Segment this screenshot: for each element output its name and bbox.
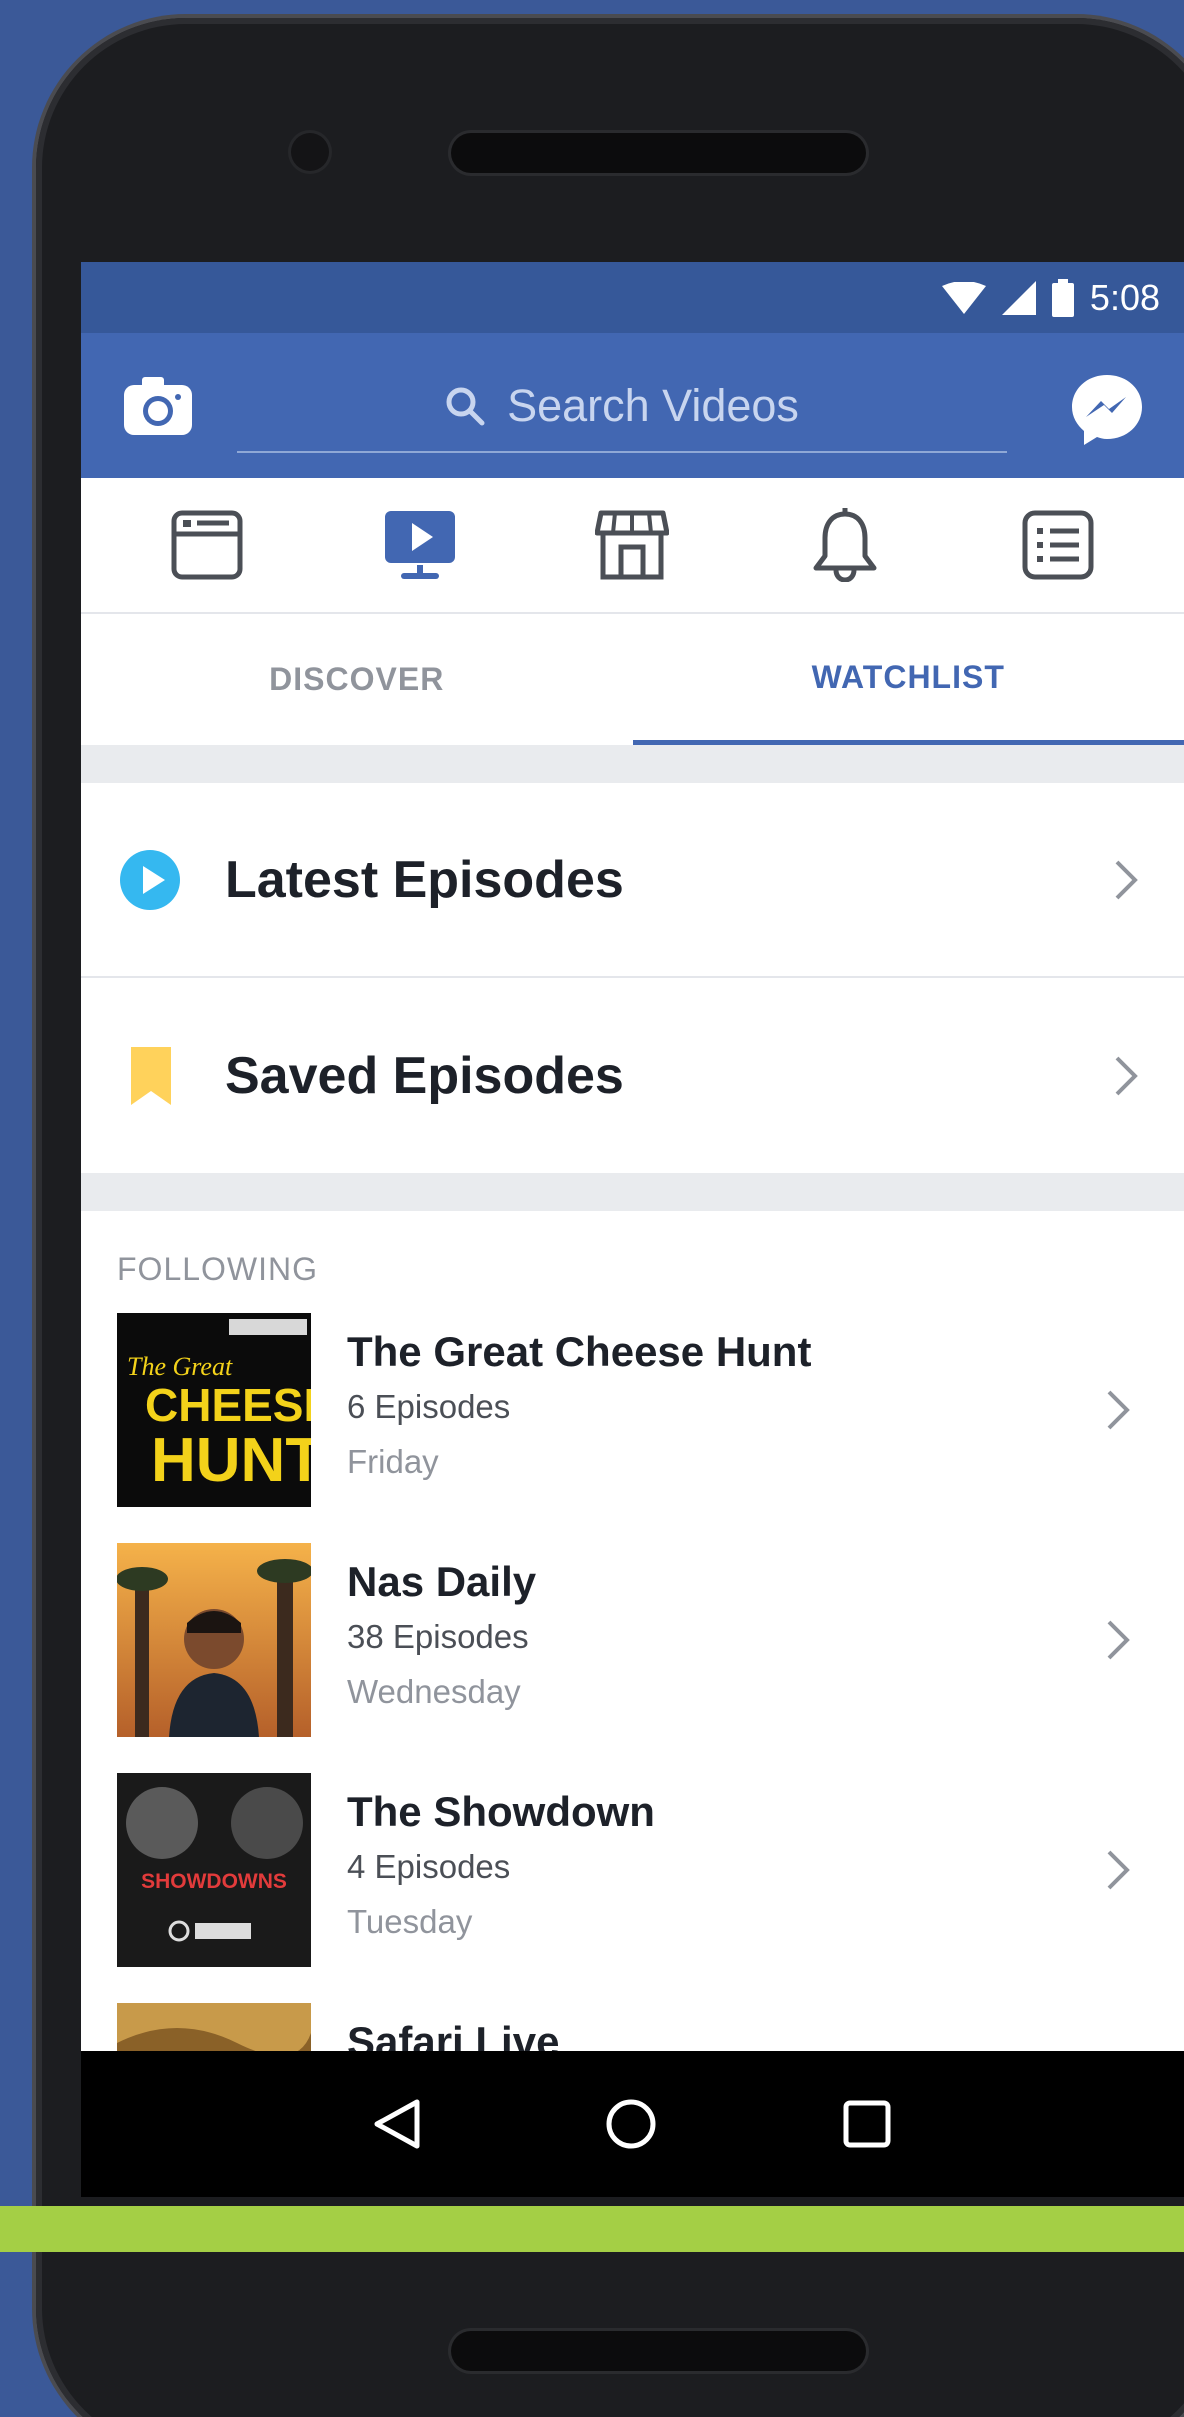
chevron-right-icon	[1115, 860, 1138, 899]
nav-menu[interactable]	[1008, 495, 1108, 595]
show-episode-count: 6 Episodes	[347, 1388, 511, 1425]
chevron-right-icon	[1107, 1620, 1130, 1660]
showdown-artwork: SHOWDOWNS	[117, 1773, 311, 1967]
wifi-icon	[941, 281, 986, 314]
nav-watch[interactable]	[370, 495, 470, 595]
home-icon[interactable]	[605, 2098, 657, 2150]
show-row-cheese-hunt[interactable]: The Great CHEESE HUNT The Great Cheese H…	[81, 1313, 1184, 1543]
latest-episodes-label: Latest Episodes	[225, 850, 624, 909]
signal-icon	[1001, 280, 1036, 315]
camera-button[interactable]	[121, 374, 195, 438]
show-thumbnail	[117, 1543, 311, 1737]
front-camera	[291, 133, 329, 171]
chevron-right-icon	[1107, 1850, 1130, 1890]
camera-icon	[124, 376, 192, 435]
play-circle-icon	[120, 849, 180, 910]
search-placeholder: Search Videos	[507, 380, 799, 431]
bottom-speaker	[451, 2331, 866, 2371]
nav-marketplace[interactable]	[582, 495, 682, 595]
following-heading: FOLLOWING	[117, 1251, 319, 1287]
search-input[interactable]: Search Videos	[237, 361, 1007, 453]
tab-discover[interactable]: DISCOVER	[81, 614, 633, 745]
show-thumbnail: The Great CHEESE HUNT	[117, 1313, 311, 1507]
android-nav-bar	[81, 2051, 1184, 2197]
status-time: 5:08	[1089, 276, 1160, 318]
section-divider	[81, 1173, 1184, 1211]
show-day: Friday	[347, 1443, 439, 1480]
svg-text:The Great: The Great	[127, 1352, 233, 1381]
messenger-icon	[1072, 375, 1142, 445]
search-icon	[446, 387, 485, 426]
battery-icon	[1051, 278, 1074, 317]
show-title: Nas Daily	[347, 1558, 537, 1605]
notifications-icon	[813, 508, 877, 582]
earpiece-speaker	[451, 133, 866, 173]
show-row-nas-daily[interactable]: Nas Daily 38 Episodes Wednesday	[81, 1543, 1184, 1773]
top-nav-bar	[81, 478, 1184, 614]
latest-episodes-row[interactable]: Latest Episodes	[81, 783, 1184, 978]
recents-icon[interactable]	[842, 2099, 892, 2149]
nav-notifications[interactable]	[795, 495, 895, 595]
show-episode-count: 38 Episodes	[347, 1618, 529, 1655]
show-day: Wednesday	[347, 1673, 521, 1710]
cheese-hunt-artwork: The Great CHEESE HUNT	[117, 1313, 311, 1507]
accent-band	[0, 2206, 1184, 2252]
show-day: Tuesday	[347, 1903, 473, 1940]
svg-text:SHOWDOWNS: SHOWDOWNS	[141, 1870, 287, 1893]
show-row-showdown[interactable]: SHOWDOWNS The Showdown 4 Episodes Tuesda…	[81, 1773, 1184, 2003]
status-bar: 5:08	[81, 262, 1184, 333]
bookmark-icon	[131, 1046, 171, 1105]
app-header: Search Videos	[81, 333, 1184, 478]
back-icon[interactable]	[373, 2098, 421, 2150]
svg-text:CHEESE: CHEESE	[145, 1379, 311, 1431]
show-title: The Great Cheese Hunt	[347, 1328, 812, 1375]
show-episode-count: 4 Episodes	[347, 1848, 511, 1885]
phone-screen: 5:08 Search Videos DISCOVER WATCHLIST La…	[81, 262, 1184, 2197]
menu-icon	[1022, 510, 1094, 580]
watch-tabs: DISCOVER WATCHLIST	[81, 614, 1184, 745]
show-thumbnail: SHOWDOWNS	[117, 1773, 311, 1967]
messenger-button[interactable]	[1070, 373, 1144, 447]
saved-episodes-row[interactable]: Saved Episodes	[81, 978, 1184, 1173]
section-divider	[81, 745, 1184, 783]
chevron-right-icon	[1115, 1056, 1138, 1095]
chevron-right-icon	[1107, 1390, 1130, 1430]
marketplace-icon	[595, 510, 670, 580]
news-feed-icon	[171, 510, 243, 580]
saved-episodes-label: Saved Episodes	[225, 1046, 624, 1105]
tab-watchlist[interactable]: WATCHLIST	[632, 614, 1184, 745]
nas-daily-artwork	[117, 1543, 311, 1737]
svg-text:HUNT: HUNT	[151, 1426, 311, 1495]
nav-news-feed[interactable]	[157, 495, 257, 595]
watch-icon	[384, 511, 455, 579]
show-title: The Showdown	[347, 1788, 655, 1835]
